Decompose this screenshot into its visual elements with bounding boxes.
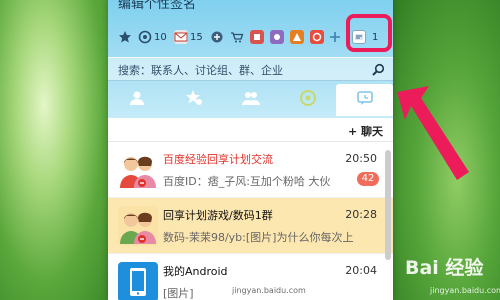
- watermark-url-left: jingyan.baidu.com: [232, 286, 306, 295]
- tab-qzone[interactable]: [279, 84, 336, 116]
- game-icon: [210, 30, 224, 44]
- signature-field[interactable]: 编辑个性签名: [118, 0, 196, 12]
- conversation-title: 百度经验回享计划交流: [163, 153, 273, 166]
- watermark-url: jingyan.baidu.com: [430, 286, 500, 295]
- add-icon: [328, 30, 342, 44]
- conversation-time: 20:04: [345, 264, 377, 277]
- search-placeholder: 搜索：联系人、讨论组、群、企业: [118, 64, 283, 77]
- toolbar-item-add[interactable]: [328, 28, 342, 46]
- chat-icon: [356, 89, 374, 111]
- background-left: [0, 0, 110, 300]
- tab-recent[interactable]: [336, 84, 393, 116]
- app-icon-1: [250, 30, 264, 44]
- group-avatar: [118, 150, 158, 190]
- search-input[interactable]: 搜索：联系人、讨论组、群、企业: [108, 57, 393, 81]
- tab-contacts[interactable]: [108, 84, 165, 116]
- toolbar-item-favorite[interactable]: [118, 28, 132, 46]
- panel-header: 编辑个性签名 10 15 1 搜索：联系人、讨论组、群、企业: [108, 0, 393, 118]
- app-icon-4: [310, 30, 324, 44]
- toolbar-item-app4[interactable]: [310, 28, 324, 46]
- conversation-time: 20:50: [345, 152, 377, 165]
- main-tabs: [108, 84, 393, 116]
- toolbar-item-app3[interactable]: [290, 28, 304, 46]
- star-person-icon: [185, 89, 203, 111]
- conversation-time: 20:28: [345, 208, 377, 221]
- conversation-title: 回享计划游戏/数码1群: [163, 209, 273, 222]
- new-chat-button[interactable]: + 聊天: [348, 123, 383, 139]
- toolbar-item-game[interactable]: [210, 28, 224, 46]
- qzone-icon: [138, 30, 152, 44]
- mail-icon: [174, 30, 188, 44]
- app-icon-3: [290, 30, 304, 44]
- mail-count: 15: [190, 31, 203, 43]
- conversation-item-2[interactable]: 回享计划游戏/数码1群 20:28 数码-茉茉98/yb:[图片]为什么你每次上: [108, 198, 393, 254]
- shop-icon: [230, 30, 244, 44]
- group-avatar: [118, 206, 158, 246]
- scrollbar[interactable]: [385, 150, 391, 260]
- tab-favorites[interactable]: [165, 84, 222, 116]
- toolbar-item-mail[interactable]: 15: [174, 28, 203, 46]
- toolbar-item-app2[interactable]: [270, 28, 284, 46]
- toolbar-item-shop[interactable]: [230, 28, 244, 46]
- annotation-arrow: [395, 80, 485, 190]
- toolbar-item-app1[interactable]: [250, 28, 264, 46]
- chat-bar: + 聊天: [108, 118, 393, 142]
- qzone-tab-icon: [299, 89, 317, 111]
- conversation-list: 百度经验回享计划交流 20:50 百度ID：痞_子风:互加个粉哈 大伙 42 回…: [108, 142, 393, 300]
- conversation-preview: 数码-茉茉98/yb:[图片]为什么你每次上: [163, 231, 354, 244]
- conversation-item-1[interactable]: 百度经验回享计划交流 20:50 百度ID：痞_子风:互加个粉哈 大伙 42: [108, 142, 393, 198]
- favorite-icon: [118, 30, 132, 44]
- conversation-title: 我的Android: [163, 265, 228, 278]
- group-icon: [241, 89, 261, 111]
- person-icon: [128, 89, 146, 111]
- highlight-box: [346, 14, 392, 52]
- device-avatar: [118, 262, 158, 300]
- conversation-preview: 百度ID：痞_子风:互加个粉哈 大伙: [163, 175, 331, 188]
- qzone-count: 10: [154, 31, 167, 43]
- app-icon-2: [270, 30, 284, 44]
- search-icon[interactable]: [371, 62, 385, 76]
- watermark-brand: Bai 经验: [405, 257, 484, 279]
- tab-groups[interactable]: [222, 84, 279, 116]
- toolbar-item-qzone[interactable]: 10: [138, 28, 167, 46]
- unread-badge: 42: [357, 172, 379, 186]
- qq-main-panel: 编辑个性签名 10 15 1 搜索：联系人、讨论组、群、企业 + 聊天 百度经验…: [108, 0, 393, 300]
